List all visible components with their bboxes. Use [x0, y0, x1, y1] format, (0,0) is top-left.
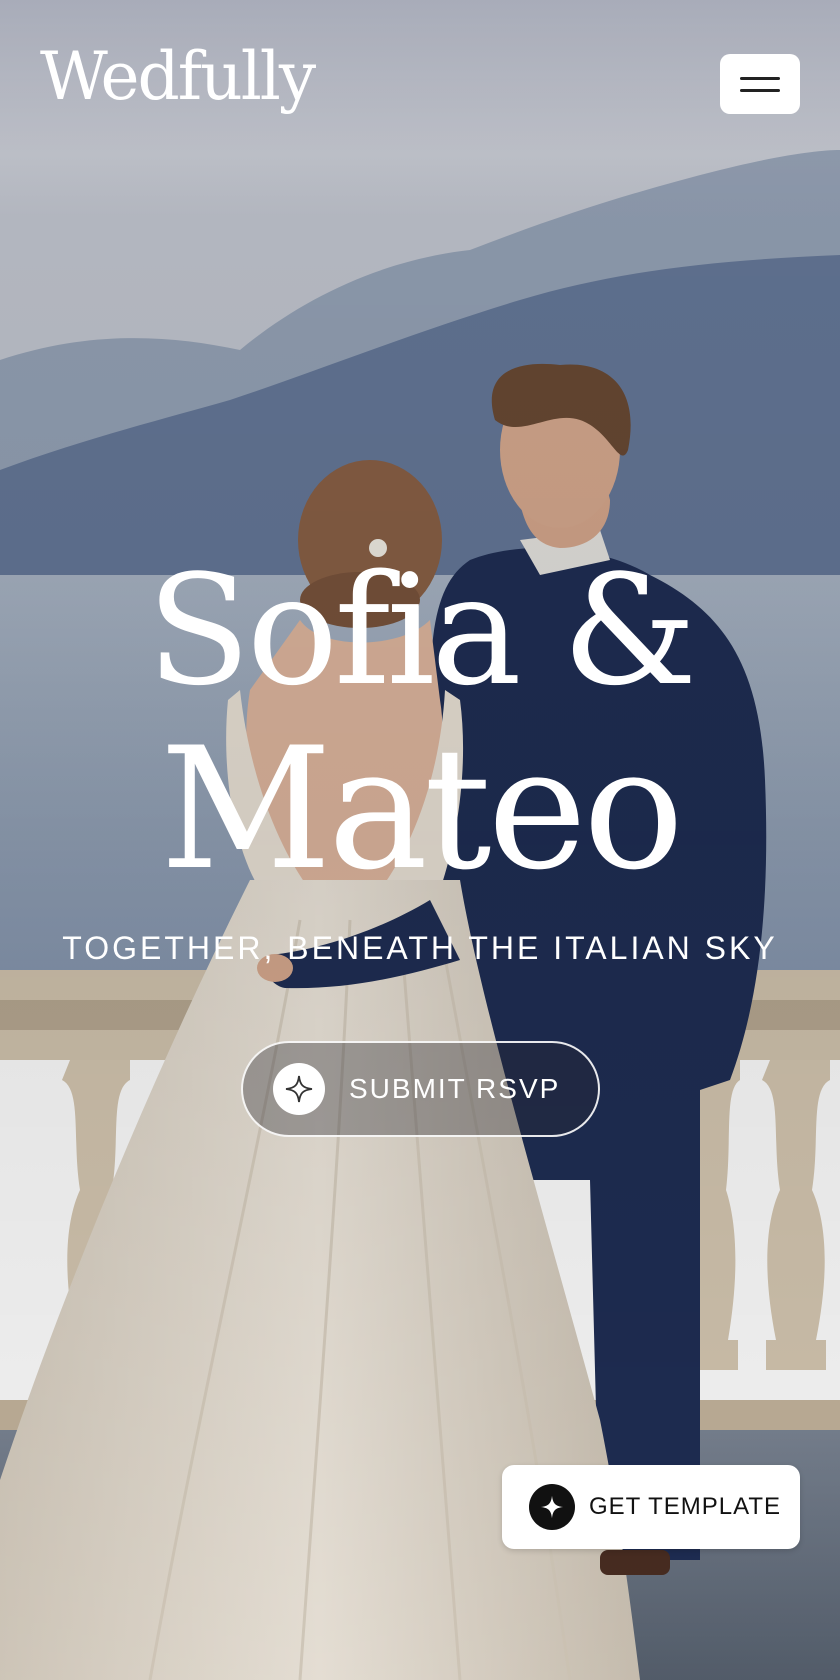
- submit-rsvp-label: SUBMIT RSVP: [349, 1073, 561, 1104]
- hamburger-menu-icon: [740, 88, 780, 92]
- couple-names-line1: Sofia &: [146, 542, 698, 719]
- submit-rsvp-button[interactable]: SUBMIT RSVP: [241, 1041, 600, 1137]
- hamburger-menu-icon: [740, 76, 780, 80]
- get-template-label: GET TEMPLATE: [589, 1493, 782, 1520]
- hero-section: Wedfully Sofia & Mateo TOGETHER, BENEATH…: [0, 0, 840, 1680]
- hero-tagline: TOGETHER, BENEATH THE ITALIAN SKY: [62, 930, 778, 966]
- couple-names-line2: Mateo: [159, 711, 684, 907]
- brand-logo[interactable]: Wedfully: [40, 44, 316, 110]
- get-template-button[interactable]: GET TEMPLATE: [502, 1465, 800, 1549]
- sparkle-icon: [273, 1063, 325, 1115]
- hamburger-menu-button[interactable]: [720, 54, 800, 114]
- sparkle-icon: [529, 1484, 575, 1530]
